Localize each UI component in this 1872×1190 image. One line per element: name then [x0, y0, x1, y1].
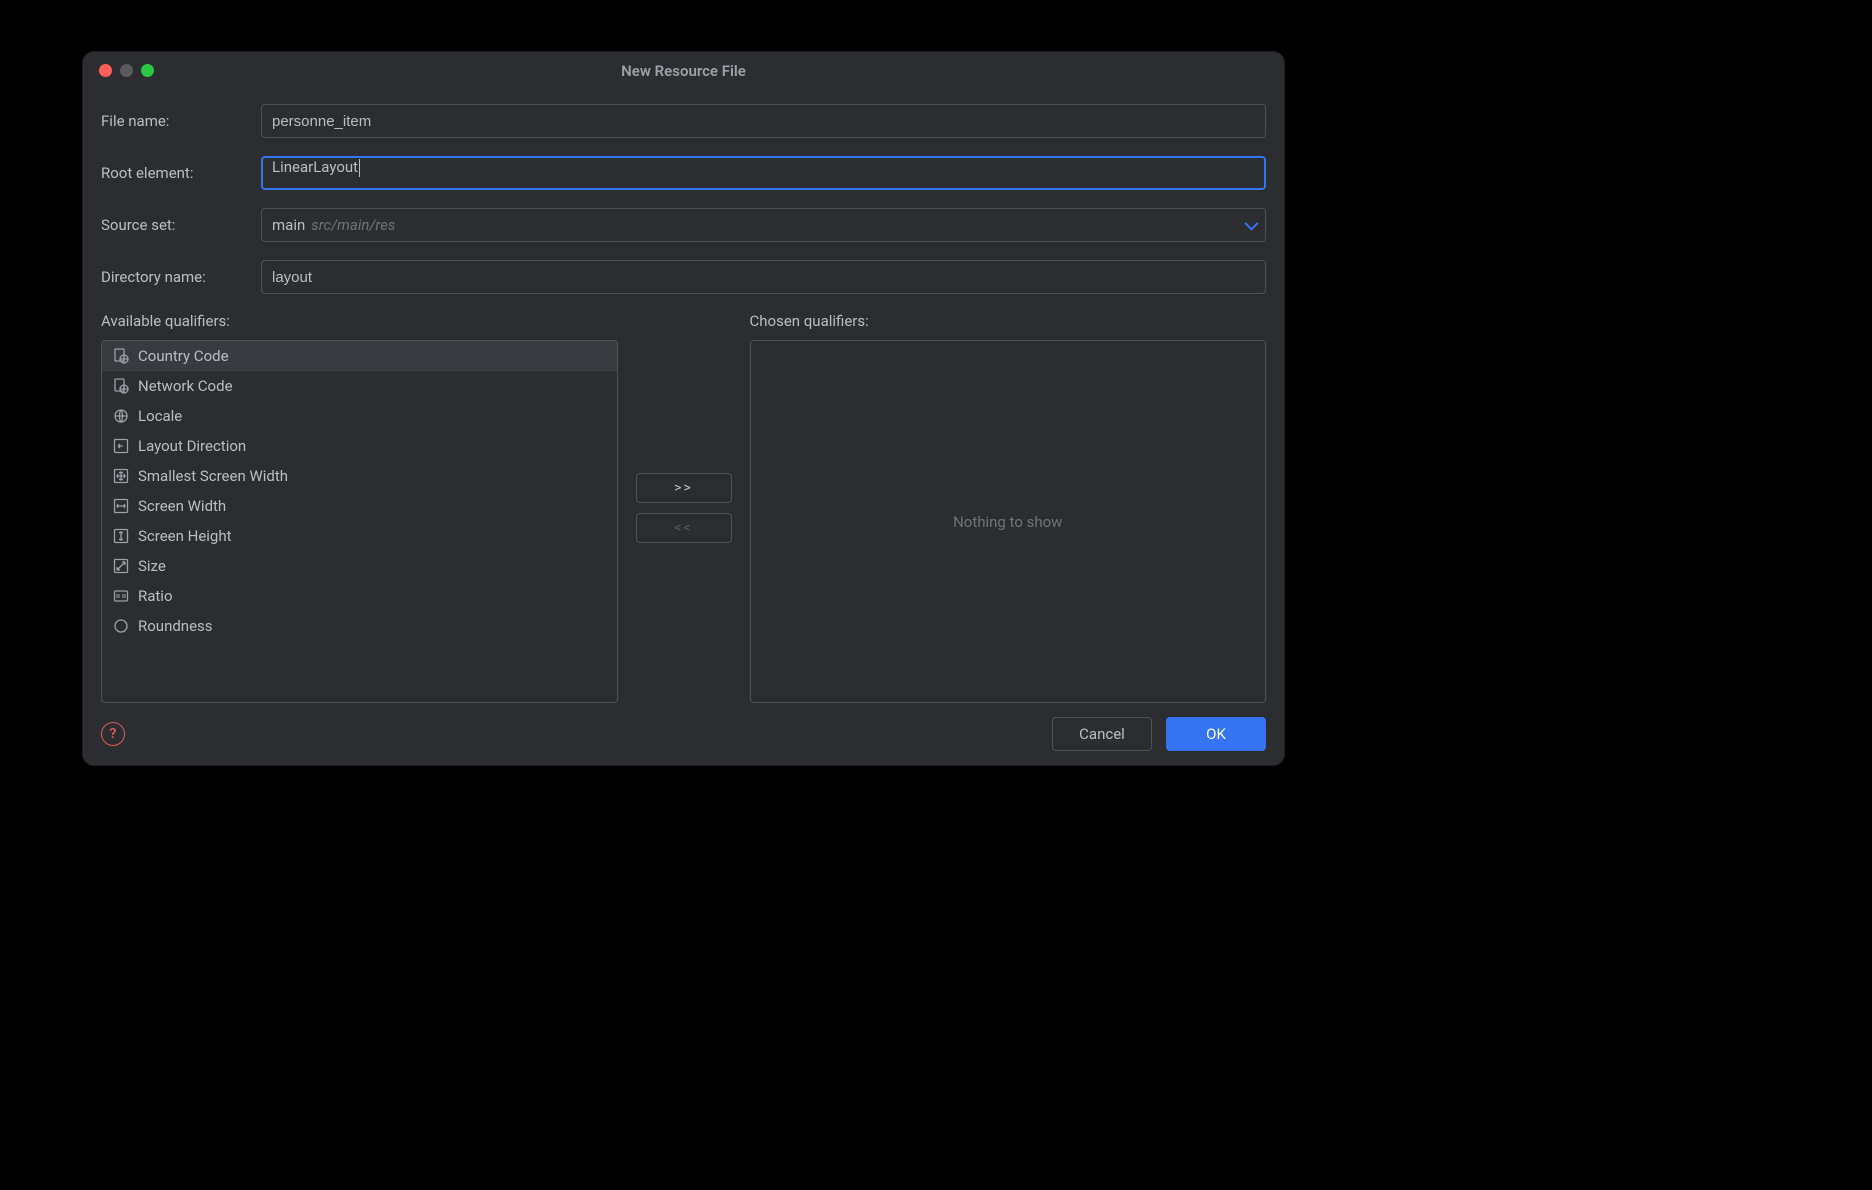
qualifier-item[interactable]: Smallest Screen Width — [102, 461, 617, 491]
maximize-window-button[interactable] — [141, 64, 154, 77]
source-set-hint: src/main/res — [311, 216, 395, 234]
cancel-button[interactable]: Cancel — [1052, 717, 1152, 751]
chosen-qualifiers-list[interactable]: Nothing to show — [750, 340, 1267, 703]
qualifier-item[interactable]: Network Code — [102, 371, 617, 401]
dialog-title: New Resource File — [621, 62, 746, 80]
file-name-label: File name: — [101, 112, 261, 130]
resize-box-icon — [112, 467, 130, 485]
directory-name-row: Directory name: — [101, 260, 1266, 294]
diag-box-icon — [112, 557, 130, 575]
transfer-buttons: >> << — [634, 312, 734, 703]
qualifier-item[interactable]: Locale — [102, 401, 617, 431]
root-element-row: Root element: LinearLayout — [101, 156, 1266, 190]
directory-name-input[interactable] — [261, 260, 1266, 294]
ratio-box-icon — [112, 587, 130, 605]
file-name-row: File name: — [101, 104, 1266, 138]
v-resize-box-icon — [112, 527, 130, 545]
available-qualifiers-column: Available qualifiers: Country Code Networ… — [101, 312, 618, 703]
chosen-qualifiers-column: Chosen qualifiers: Nothing to show — [750, 312, 1267, 703]
qualifier-item[interactable]: Layout Direction — [102, 431, 617, 461]
arrow-left-box-icon — [112, 437, 130, 455]
help-button[interactable]: ? — [101, 722, 125, 746]
qualifier-item[interactable]: Roundness — [102, 611, 617, 641]
available-qualifiers-list[interactable]: Country Code Network Code Locale Layout Dir… — [101, 340, 618, 703]
qualifier-item[interactable]: Country Code — [102, 341, 617, 371]
remove-qualifier-button[interactable]: << — [636, 513, 732, 543]
round-icon — [112, 617, 130, 635]
root-element-label: Root element: — [101, 164, 261, 182]
globe-icon — [112, 407, 130, 425]
qualifier-item-label: Smallest Screen Width — [138, 467, 288, 485]
chosen-empty-message: Nothing to show — [751, 341, 1266, 702]
qualifier-item-label: Size — [138, 557, 166, 575]
qualifier-item-label: Locale — [138, 407, 182, 425]
dialog-content: File name: Root element: LinearLayout So… — [83, 90, 1284, 703]
ok-button[interactable]: OK — [1166, 717, 1266, 751]
window-controls — [99, 64, 154, 77]
chevron-down-icon — [1244, 217, 1258, 231]
add-qualifier-button[interactable]: >> — [636, 473, 732, 503]
qualifier-item-label: Network Code — [138, 377, 233, 395]
qualifier-item-label: Roundness — [138, 617, 213, 635]
globe-doc-icon — [112, 377, 130, 395]
text-caret — [359, 159, 360, 177]
titlebar: New Resource File — [83, 52, 1284, 90]
root-element-value: LinearLayout — [272, 158, 358, 176]
minimize-window-button[interactable] — [120, 64, 133, 77]
source-set-select[interactable]: main src/main/res — [261, 208, 1266, 242]
source-set-label: Source set: — [101, 216, 261, 234]
qualifier-item-label: Layout Direction — [138, 437, 246, 455]
qualifier-item-label: Screen Width — [138, 497, 226, 515]
new-resource-file-dialog: New Resource File File name: Root elemen… — [82, 51, 1285, 766]
source-set-value: main — [272, 216, 305, 234]
qualifier-item[interactable]: Size — [102, 551, 617, 581]
qualifier-item[interactable]: Ratio — [102, 581, 617, 611]
root-element-input[interactable]: LinearLayout — [261, 156, 1266, 190]
qualifier-item[interactable]: Screen Height — [102, 521, 617, 551]
qualifier-item-label: Ratio — [138, 587, 173, 605]
file-name-input[interactable] — [261, 104, 1266, 138]
qualifier-item-label: Screen Height — [138, 527, 232, 545]
close-window-button[interactable] — [99, 64, 112, 77]
directory-name-label: Directory name: — [101, 268, 261, 286]
available-qualifiers-label: Available qualifiers: — [101, 312, 618, 330]
source-set-row: Source set: main src/main/res — [101, 208, 1266, 242]
qualifier-item[interactable]: Screen Width — [102, 491, 617, 521]
globe-doc-icon — [112, 347, 130, 365]
chosen-qualifiers-label: Chosen qualifiers: — [750, 312, 1267, 330]
qualifiers-area: Available qualifiers: Country Code Networ… — [101, 312, 1266, 703]
dialog-footer: ? Cancel OK — [83, 703, 1284, 765]
qualifier-item-label: Country Code — [138, 347, 229, 365]
h-resize-box-icon — [112, 497, 130, 515]
